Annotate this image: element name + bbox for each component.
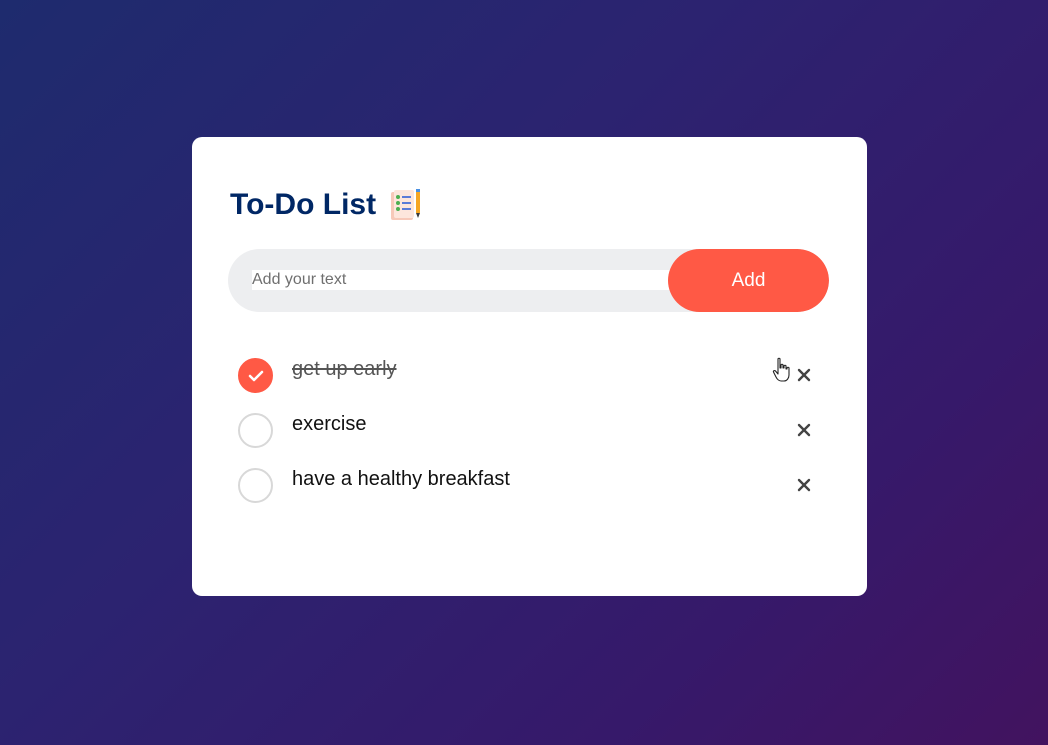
- checklist-notepad-icon: [388, 187, 424, 223]
- title-row: To-Do List: [230, 187, 424, 223]
- add-button[interactable]: Add: [668, 249, 829, 312]
- task-item[interactable]: exercise: [238, 410, 828, 465]
- task-checkbox-checked[interactable]: [238, 358, 273, 393]
- page-title: To-Do List: [230, 188, 377, 221]
- task-text[interactable]: have a healthy breakfast: [292, 468, 510, 491]
- task-text[interactable]: get up early: [292, 358, 397, 381]
- add-task-row: Add: [228, 249, 829, 312]
- task-checkbox[interactable]: [238, 413, 273, 448]
- task-input[interactable]: [252, 270, 672, 290]
- task-text[interactable]: exercise: [292, 413, 366, 436]
- task-item[interactable]: have a healthy breakfast: [238, 465, 828, 520]
- close-icon[interactable]: [794, 420, 814, 440]
- task-list: get up early exercise have a healthy bre…: [238, 355, 828, 520]
- close-icon[interactable]: [794, 475, 814, 495]
- close-icon[interactable]: [794, 365, 814, 385]
- task-item[interactable]: get up early: [238, 355, 828, 410]
- todo-card: To-Do List Add your text Add get up earl…: [192, 137, 867, 596]
- checkmark-icon: [248, 370, 264, 382]
- task-checkbox[interactable]: [238, 468, 273, 503]
